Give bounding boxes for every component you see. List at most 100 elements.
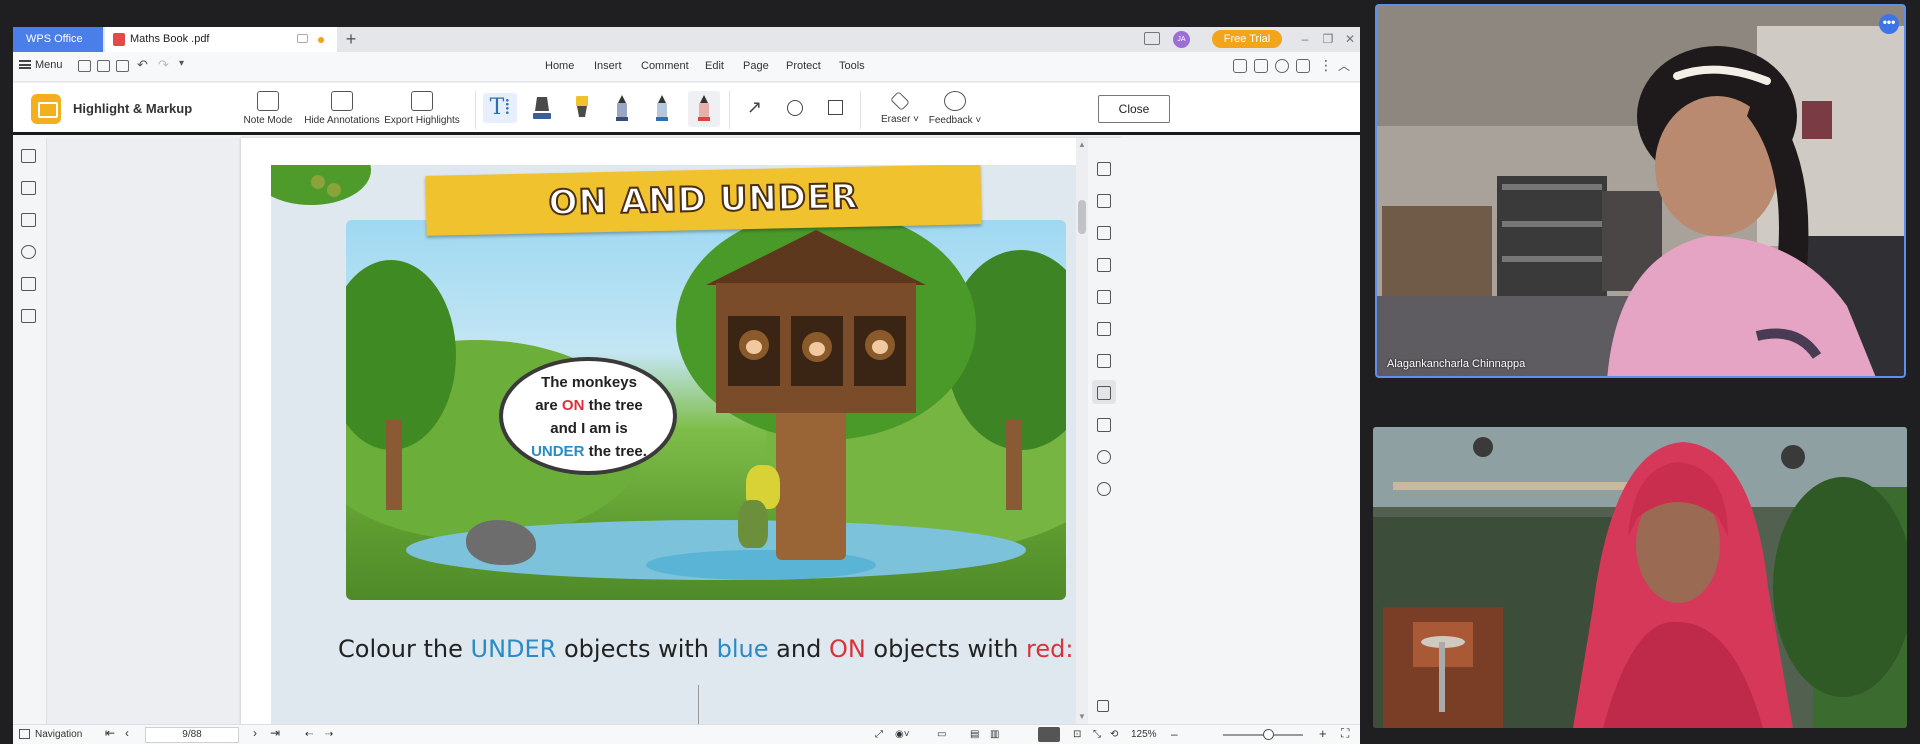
vertical-scrollbar[interactable]: ▲ ▼ <box>1076 138 1088 724</box>
tab-tools[interactable]: Tools <box>839 60 865 72</box>
upload-icon[interactable] <box>1254 59 1268 73</box>
page-number-field[interactable]: 9/88 <box>145 727 239 743</box>
pdf-file-icon <box>113 33 125 46</box>
unsaved-indicator-icon <box>318 37 324 43</box>
search-zoom-icon[interactable] <box>1097 450 1111 464</box>
window-layout-icon[interactable] <box>1144 32 1160 45</box>
text-highlight-tool-icon[interactable]: T⁞ <box>483 93 517 123</box>
tab-comment[interactable]: Comment <box>641 60 689 72</box>
redo-icon[interactable]: ↷ <box>158 57 169 73</box>
undo-icon[interactable]: ↶ <box>137 57 148 73</box>
close-markup-button[interactable]: Close <box>1098 95 1170 123</box>
split-icon[interactable] <box>1097 354 1111 368</box>
pencil-blue-icon[interactable] <box>651 93 673 123</box>
scroll-up-icon[interactable]: ▲ <box>1078 140 1086 149</box>
zoom-out-icon[interactable]: – <box>1171 727 1178 741</box>
feedback-button[interactable]: Feedback ˅ <box>925 87 985 126</box>
fit-page-icon[interactable]: ⤢ <box>875 729 883 740</box>
stamp-icon[interactable] <box>1097 322 1111 336</box>
double-page-icon[interactable]: ▥ <box>990 729 999 740</box>
chat-icon[interactable] <box>1296 59 1310 73</box>
print-panel-icon[interactable] <box>1097 386 1111 400</box>
comment-icon[interactable] <box>297 34 308 43</box>
arrow-tool-icon[interactable]: ↗ <box>747 97 762 118</box>
print-icon[interactable] <box>116 60 129 72</box>
actual-size-icon[interactable]: ⊡ <box>1073 729 1081 740</box>
pencil-red-icon[interactable] <box>693 93 715 123</box>
zoom-slider-handle[interactable] <box>1263 729 1274 740</box>
pdf-to-word-icon[interactable] <box>1097 162 1111 176</box>
save-icon[interactable] <box>97 60 110 72</box>
pencil-dark-icon[interactable] <box>611 93 633 123</box>
single-page-icon[interactable]: ▭ <box>937 729 946 740</box>
more-options-icon[interactable]: ⋮ <box>1319 57 1333 74</box>
eraser-button[interactable]: Eraser ˅ <box>875 87 925 125</box>
navigation-panel-icon[interactable] <box>19 729 30 739</box>
wps-office-tab[interactable]: WPS Office <box>13 27 103 52</box>
zoom-level[interactable]: 125% <box>1131 729 1157 740</box>
attachment-icon[interactable] <box>21 245 36 259</box>
rotate-icon[interactable]: ⟲ <box>1110 729 1118 740</box>
export-highlights-button[interactable]: Export Highlights <box>384 87 460 126</box>
ellipse-tool-icon[interactable] <box>787 100 803 116</box>
collapse-ribbon-icon[interactable]: ︿ <box>1338 57 1350 74</box>
zoom-in-icon[interactable]: + <box>1319 726 1327 741</box>
play-slideshow-icon[interactable] <box>1038 727 1060 742</box>
tab-protect[interactable]: Protect <box>786 60 821 72</box>
compress-icon[interactable] <box>1097 418 1111 432</box>
tab-home[interactable]: Home <box>545 60 574 72</box>
note-mode-button[interactable]: Note Mode <box>238 87 298 126</box>
signature-icon[interactable] <box>21 277 36 291</box>
toolbar-divider <box>475 91 476 129</box>
export-highlights-icon <box>411 91 433 111</box>
share-user-icon[interactable] <box>1233 59 1247 73</box>
continuous-page-icon[interactable]: ▤ <box>970 729 979 740</box>
customize-dropdown-icon[interactable]: ▾ <box>179 58 184 69</box>
tab-page[interactable]: Page <box>743 60 769 72</box>
tab-edit[interactable]: Edit <box>705 60 724 72</box>
next-page-icon[interactable]: › <box>253 726 257 740</box>
tab-insert[interactable]: Insert <box>594 60 622 72</box>
hide-annotations-button[interactable]: Hide Annotations <box>303 87 381 126</box>
pdf-page[interactable]: The monkeys are ON the tree and I am is … <box>241 138 1121 724</box>
free-trial-button[interactable]: Free Trial <box>1212 30 1282 48</box>
help-icon[interactable] <box>1097 482 1111 496</box>
bookmark-icon[interactable] <box>21 149 36 163</box>
forward-view-icon[interactable]: ⇢ <box>325 729 333 740</box>
scroll-down-icon[interactable]: ▼ <box>1078 712 1086 721</box>
document-tab[interactable]: Maths Book .pdf <box>105 27 337 52</box>
first-page-icon[interactable]: ⇤ <box>105 726 115 740</box>
navigation-label[interactable]: Navigation <box>35 729 82 740</box>
convert-icon[interactable] <box>1097 226 1111 240</box>
search-document-icon[interactable] <box>21 309 36 323</box>
participant-video-tile-2[interactable] <box>1373 427 1907 728</box>
right-tool-strip <box>1088 138 1360 724</box>
crop-icon[interactable] <box>1097 290 1111 304</box>
fill-sign-icon[interactable] <box>1097 258 1111 272</box>
rectangle-tool-icon[interactable] <box>828 100 843 115</box>
ink-pen-icon[interactable] <box>531 93 553 123</box>
feedback-label: Feedback ˅ <box>928 115 982 126</box>
user-avatar[interactable]: JA <box>1173 31 1190 48</box>
minimize-icon[interactable]: – <box>1296 30 1314 48</box>
close-window-icon[interactable]: ✕ <box>1341 30 1359 48</box>
eye-protection-icon[interactable]: ◉˅ <box>895 729 910 740</box>
open-folder-icon[interactable] <box>78 60 91 72</box>
scroll-thumb[interactable] <box>1078 200 1086 234</box>
participant-video-tile-1[interactable]: ••• Alagankancharla Chinnappa <box>1375 4 1906 378</box>
restore-icon[interactable]: ❐ <box>1319 30 1337 48</box>
grid-view-icon[interactable] <box>1097 700 1109 712</box>
fit-width-icon[interactable]: ⤡ <box>1093 729 1101 740</box>
comment-panel-icon[interactable] <box>21 213 36 227</box>
edit-pdf-icon[interactable] <box>1097 194 1111 208</box>
settings-gear-icon[interactable] <box>1275 59 1289 73</box>
back-view-icon[interactable]: ⇠ <box>305 729 313 740</box>
fullscreen-icon[interactable]: ⛶ <box>1341 726 1349 741</box>
menu-button[interactable]: Menu <box>19 59 63 71</box>
new-tab-button[interactable]: + <box>341 29 361 49</box>
last-page-icon[interactable]: ⇥ <box>270 726 280 740</box>
previous-page-icon[interactable]: ‹ <box>125 726 129 740</box>
tile-more-options-button[interactable]: ••• <box>1879 14 1899 34</box>
highlighter-icon[interactable] <box>571 93 593 123</box>
thumbnail-image-icon[interactable] <box>21 181 36 195</box>
